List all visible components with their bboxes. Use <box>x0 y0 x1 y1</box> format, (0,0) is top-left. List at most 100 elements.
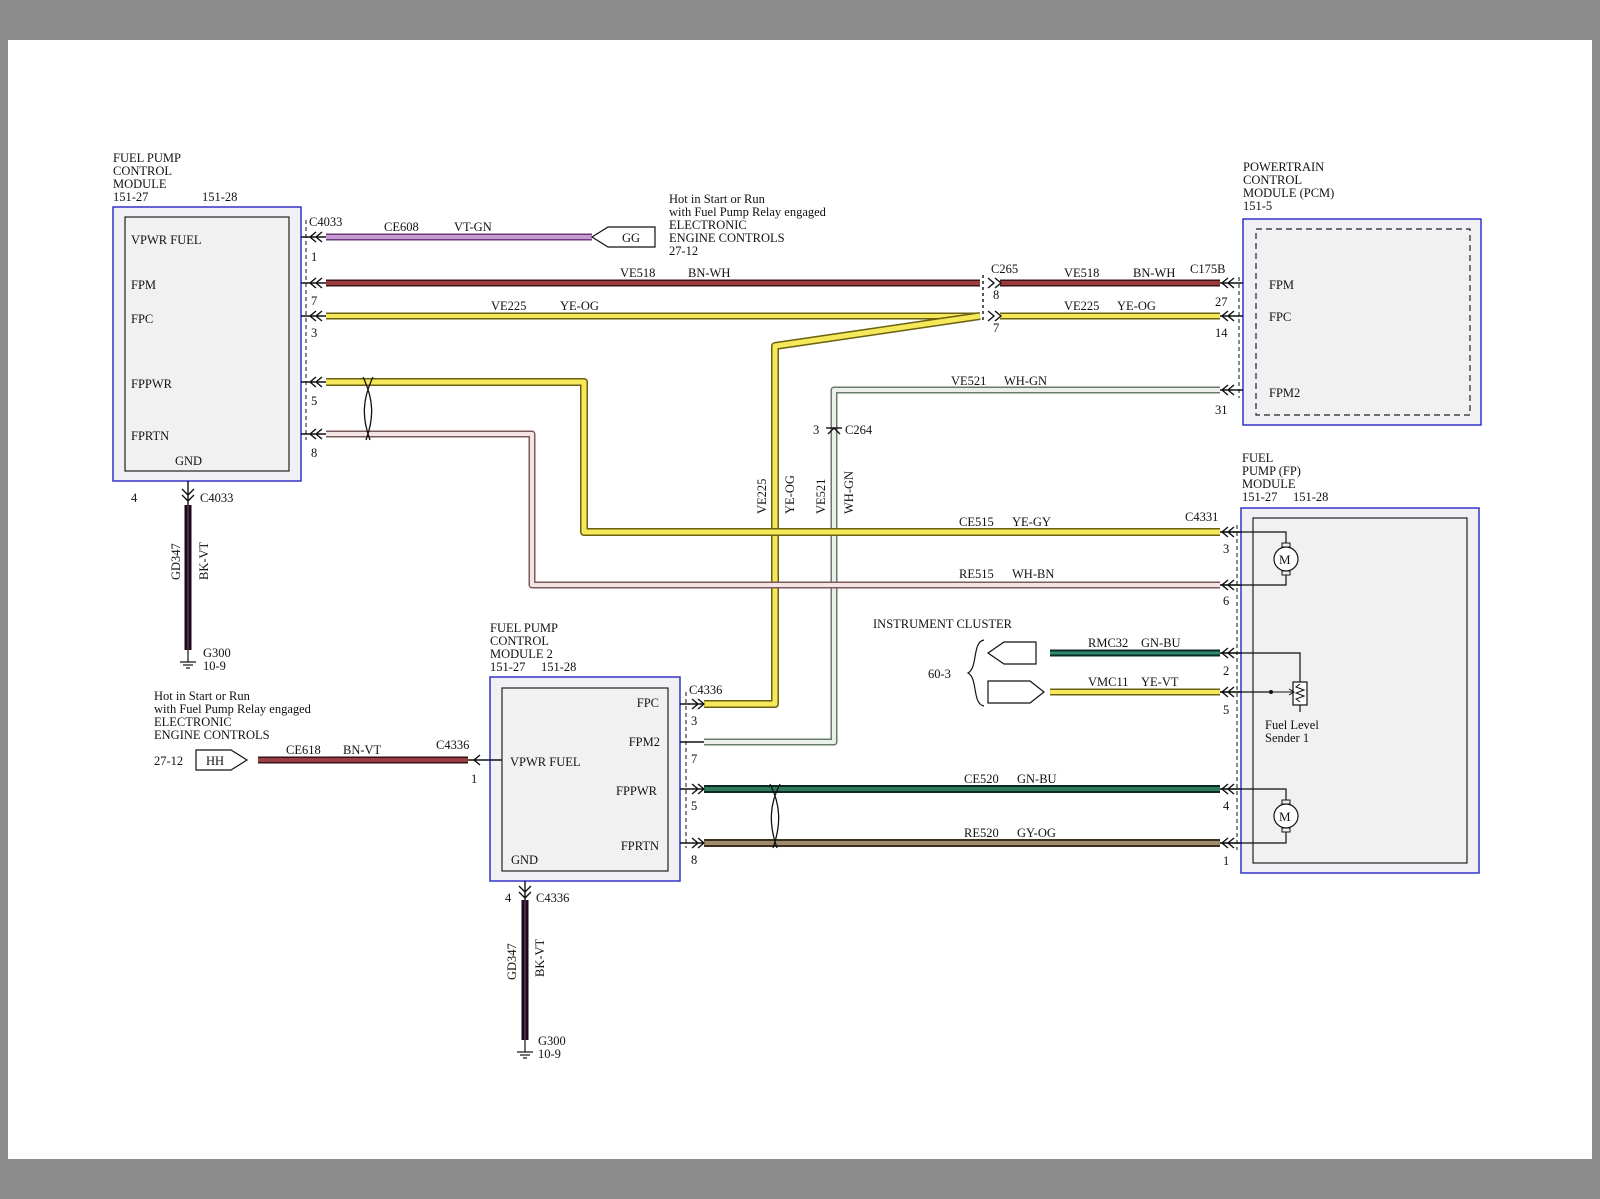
connector-arrow-icon <box>301 310 326 322</box>
wire-color: WH-GN <box>1004 374 1047 388</box>
wires <box>184 233 1220 1040</box>
connector-arrows <box>181 231 1243 900</box>
ground-g300-2-ref: 10-9 <box>538 1047 561 1061</box>
fp-ref-1: 151-27 <box>1242 490 1277 504</box>
wire-circuit: CE608 <box>384 220 419 234</box>
wire-color: BN-WH <box>688 266 730 280</box>
connector-c4336-fpc: C4336 <box>689 683 722 697</box>
fpcm-ref-1: 151-27 <box>113 190 148 204</box>
pin-number: 3 <box>813 423 819 437</box>
pin-number: 14 <box>1215 326 1228 340</box>
wire-circuit: VE225 <box>1064 299 1099 313</box>
power-tag-hh: HH <box>195 749 249 771</box>
fpcm2-pin-fppwr: FPPWR <box>616 784 658 798</box>
connector-arrow-icon <box>518 881 532 900</box>
connector-arrow-icon <box>301 376 326 388</box>
ground-symbol-icon <box>180 650 196 669</box>
power-tag-gg: GG <box>590 226 656 248</box>
ground-g300-name: G300 <box>203 646 231 660</box>
cluster-input-tag <box>986 641 1037 665</box>
connector-arrow-icon <box>1220 686 1241 698</box>
pcm-pin-fpm: FPM <box>1269 278 1294 292</box>
powertrain-control-module: POWERTRAIN CONTROL MODULE (PCM) 151-5 FP… <box>1238 160 1482 426</box>
wire-circuit: VE225 <box>755 479 769 514</box>
pin-number: 7 <box>691 752 697 766</box>
connector-c264: C264 <box>845 423 873 437</box>
connector-arrow-icon <box>1220 310 1243 322</box>
power-note-top-ref: 27-12 <box>669 244 698 258</box>
pin-number: 7 <box>993 321 999 335</box>
fuel-pump-control-module: FUEL PUMP CONTROL MODULE 151-27 151-28 V… <box>112 151 307 482</box>
connector-arrow-icon <box>1220 526 1241 538</box>
fpcm2-name-3: MODULE 2 <box>490 647 553 661</box>
sender-label-2: Sender 1 <box>1265 731 1309 745</box>
connector-arrow-icon <box>680 837 706 849</box>
pcm-ref: 151-5 <box>1243 199 1272 213</box>
wire-circuit: RE515 <box>959 567 994 581</box>
twisted-pair-marker <box>769 783 781 849</box>
wire-circuit: GD347 <box>169 543 183 580</box>
fpcm2-pin-fpc: FPC <box>637 696 659 710</box>
pin-number: 4 <box>131 491 138 505</box>
fpcm2-pin-fprtn: FPRTN <box>621 839 659 853</box>
wire-circuit: CE618 <box>286 743 321 757</box>
fuel-pump-wiring-diagram: FUEL PUMP CONTROL MODULE 151-27 151-28 V… <box>112 151 1482 1061</box>
ground-symbol-icon <box>517 1040 533 1059</box>
pin-number: 3 <box>1223 542 1229 556</box>
connector-arrow-icon <box>1220 783 1241 795</box>
fpcm-pin-fppwr: FPPWR <box>131 377 173 391</box>
fp-name-3: MODULE <box>1242 477 1296 491</box>
pin-number: 8 <box>691 853 697 867</box>
cluster-output-tag <box>987 680 1045 704</box>
pin-number: 5 <box>691 799 697 813</box>
wire-circuit: VMC11 <box>1088 675 1129 689</box>
pin-number: 4 <box>505 891 512 905</box>
wire-color: YE-OG <box>560 299 599 313</box>
power-note-top-line-2: with Fuel Pump Relay engaged <box>669 205 827 219</box>
motor-label: M <box>1279 809 1291 824</box>
wire-color: YE-GY <box>1012 515 1051 529</box>
fpcm-ref-2: 151-28 <box>202 190 237 204</box>
power-note-bottom-line-3: ELECTRONIC <box>154 715 232 729</box>
power-tag-gg-label: GG <box>622 231 640 245</box>
fpcm2-pin-vpwr: VPWR FUEL <box>510 755 581 769</box>
pin-number: 3 <box>691 714 697 728</box>
wire-color: WH-BN <box>1012 567 1054 581</box>
connector-arrow-icon <box>1220 837 1241 849</box>
fp-name-2: PUMP (FP) <box>1242 464 1301 478</box>
fp-name-1: FUEL <box>1242 451 1273 465</box>
pin-number: 6 <box>1223 594 1229 608</box>
fpcm2-ref-1: 151-27 <box>490 660 525 674</box>
fpcm-name-3: MODULE <box>113 177 167 191</box>
fpcm-pin-fpc: FPC <box>131 312 153 326</box>
power-note-bottom-line-1: Hot in Start or Run <box>154 689 251 703</box>
connector-c4331: C4331 <box>1185 510 1218 524</box>
instrument-cluster-name: INSTRUMENT CLUSTER <box>873 617 1013 631</box>
fpcm2-name-2: CONTROL <box>490 634 549 648</box>
wire-circuit: CE520 <box>964 772 999 786</box>
power-note-top-line-4: ENGINE CONTROLS <box>669 231 785 245</box>
wire-circuit: VE521 <box>814 479 828 514</box>
wire-color: WH-GN <box>842 471 856 514</box>
wire-color: VT-GN <box>454 220 492 234</box>
connector-c4336-gnd: C4336 <box>536 891 569 905</box>
power-note-top: Hot in Start or Run with Fuel Pump Relay… <box>669 192 827 258</box>
power-note-bottom-ref: 27-12 <box>154 754 183 768</box>
pin-number: 5 <box>1223 703 1229 717</box>
wire-circuit: VE225 <box>491 299 526 313</box>
ground-g300-2-name: G300 <box>538 1034 566 1048</box>
connector-arrow-icon <box>1220 647 1241 659</box>
pin-number: 1 <box>471 772 477 786</box>
motor-label: M <box>1279 552 1291 567</box>
wire-color: BN-VT <box>343 743 382 757</box>
fp-ref-2: 151-28 <box>1293 490 1328 504</box>
fpcm-pin-gnd: GND <box>175 454 202 468</box>
connector-arrow-icon <box>987 277 1003 289</box>
fpcm-name-2: CONTROL <box>113 164 172 178</box>
pin-number: 31 <box>1215 403 1228 417</box>
fpcm2-pin-fpm2: FPM2 <box>629 735 660 749</box>
wire-circuit: VE518 <box>620 266 655 280</box>
pcm-pin-fpm2: FPM2 <box>1269 386 1300 400</box>
pcm-name-3: MODULE (PCM) <box>1243 186 1334 200</box>
connector-c175b: C175B <box>1190 262 1225 276</box>
